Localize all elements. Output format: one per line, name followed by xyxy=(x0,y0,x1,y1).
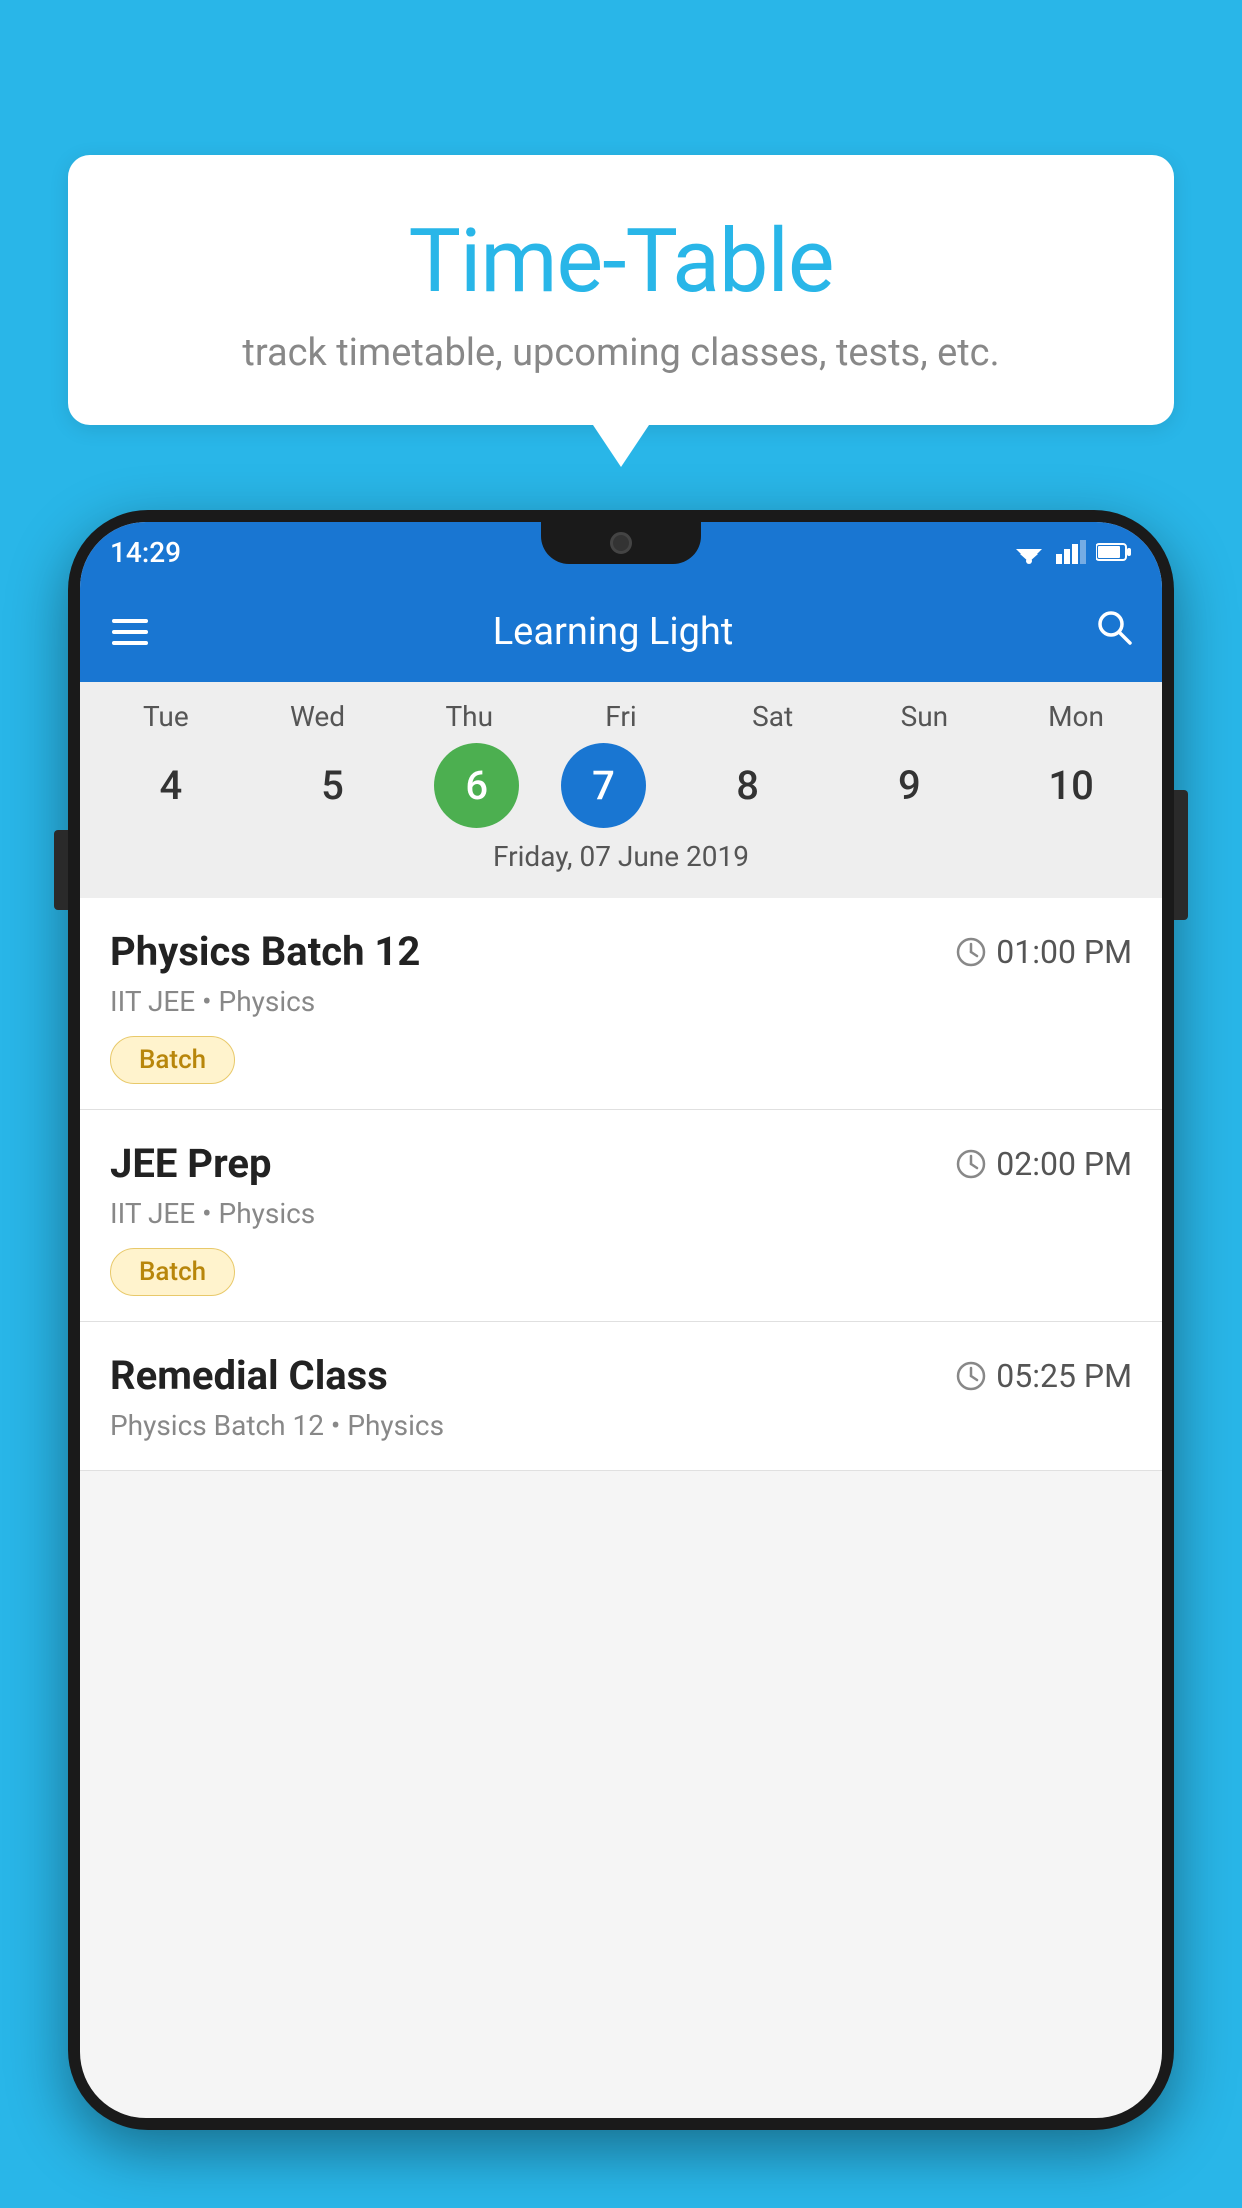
day-10[interactable]: 10 xyxy=(1011,743,1131,828)
status-icons xyxy=(1012,540,1132,564)
speech-bubble-container: Time-Table track timetable, upcoming cla… xyxy=(68,155,1174,425)
selected-date-label: Friday, 07 June 2019 xyxy=(80,828,1162,888)
class-meta-1: IIT JEE • Physics xyxy=(110,985,1132,1018)
signal-icon xyxy=(1056,540,1086,564)
day-header-fri: Fri xyxy=(561,700,681,733)
clock-icon-3 xyxy=(956,1361,986,1391)
class-name-3: Remedial Class xyxy=(110,1352,388,1399)
day-header-thu: Thu xyxy=(409,700,529,733)
schedule-item-1[interactable]: Physics Batch 12 01:00 PM IIT JEE • Phys… xyxy=(80,898,1162,1110)
calendar-strip: Tue Wed Thu Fri Sat Sun Mon 4 5 6 7 8 9 … xyxy=(80,682,1162,898)
day-5[interactable]: 5 xyxy=(273,743,393,828)
schedule-item-2[interactable]: JEE Prep 02:00 PM IIT JEE • Physics Batc… xyxy=(80,1110,1162,1322)
batch-badge-1: Batch xyxy=(110,1036,235,1084)
status-time: 14:29 xyxy=(110,536,181,569)
schedule-item-3-header: Remedial Class 05:25 PM xyxy=(110,1352,1132,1399)
bubble-title: Time-Table xyxy=(108,210,1134,313)
class-name-1: Physics Batch 12 xyxy=(110,928,420,975)
day-header-sun: Sun xyxy=(864,700,984,733)
speech-bubble: Time-Table track timetable, upcoming cla… xyxy=(68,155,1174,425)
class-name-2: JEE Prep xyxy=(110,1140,271,1187)
phone-container: 14:29 xyxy=(68,510,1174,2208)
batch-badge-2: Batch xyxy=(110,1248,235,1296)
schedule-item-3[interactable]: Remedial Class 05:25 PM Physics Batch 12… xyxy=(80,1322,1162,1471)
day-numbers: 4 5 6 7 8 9 10 xyxy=(80,743,1162,828)
app-bar: Learning Light xyxy=(80,582,1162,682)
class-meta-2: IIT JEE • Physics xyxy=(110,1197,1132,1230)
search-icon[interactable] xyxy=(1094,607,1134,657)
day-header-tue: Tue xyxy=(106,700,226,733)
day-7-selected[interactable]: 7 xyxy=(561,743,646,828)
camera-dot xyxy=(610,532,632,554)
class-time-2: 02:00 PM xyxy=(956,1145,1132,1183)
day-header-mon: Mon xyxy=(1016,700,1136,733)
wifi-icon xyxy=(1012,540,1046,564)
day-header-wed: Wed xyxy=(258,700,378,733)
day-headers: Tue Wed Thu Fri Sat Sun Mon xyxy=(80,700,1162,733)
menu-icon[interactable] xyxy=(108,615,152,649)
notch xyxy=(541,522,701,564)
day-8[interactable]: 8 xyxy=(688,743,808,828)
schedule-item-2-header: JEE Prep 02:00 PM xyxy=(110,1140,1132,1187)
clock-icon-1 xyxy=(956,937,986,967)
app-title: Learning Light xyxy=(172,610,1054,654)
class-time-1: 01:00 PM xyxy=(956,933,1132,971)
phone-screen: 14:29 xyxy=(80,522,1162,2118)
schedule-item-1-header: Physics Batch 12 01:00 PM xyxy=(110,928,1132,975)
schedule-list: Physics Batch 12 01:00 PM IIT JEE • Phys… xyxy=(80,898,1162,1471)
phone-outer: 14:29 xyxy=(68,510,1174,2130)
day-header-sat: Sat xyxy=(713,700,833,733)
class-time-3: 05:25 PM xyxy=(956,1357,1132,1395)
day-9[interactable]: 9 xyxy=(849,743,969,828)
day-4[interactable]: 4 xyxy=(111,743,231,828)
day-6-today[interactable]: 6 xyxy=(434,743,519,828)
clock-icon-2 xyxy=(956,1149,986,1179)
bubble-subtitle: track timetable, upcoming classes, tests… xyxy=(108,331,1134,375)
battery-icon xyxy=(1096,542,1132,562)
class-meta-3: Physics Batch 12 • Physics xyxy=(110,1409,1132,1442)
